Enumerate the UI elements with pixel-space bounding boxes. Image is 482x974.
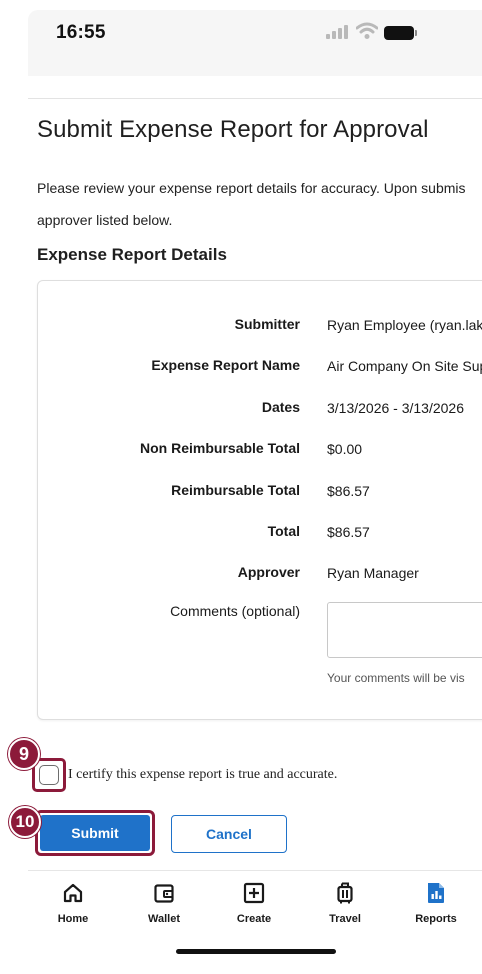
page-title: Submit Expense Report for Approval	[37, 116, 429, 143]
submitter-label: Submitter	[234, 316, 300, 332]
luggage-icon	[334, 881, 356, 905]
non-reimbursable-label: Non Reimbursable Total	[140, 440, 300, 456]
intro-line-1: Please review your expense report detail…	[37, 180, 466, 196]
wifi-icon	[356, 22, 378, 39]
section-title: Expense Report Details	[37, 245, 227, 264]
certify-label: I certify this expense report is true an…	[68, 767, 338, 782]
intro-text: Please review your expense report detail…	[37, 172, 482, 236]
detail-row-total: Total $86.57	[38, 523, 482, 547]
tab-reports-label: Reports	[415, 913, 457, 925]
total-value: $86.57	[327, 524, 370, 540]
approver-label: Approver	[237, 564, 300, 580]
detail-row-report-name: Expense Report Name Air Company On Site …	[38, 357, 482, 381]
wallet-icon	[153, 881, 175, 905]
battery-icon	[384, 26, 417, 40]
tab-wallet-label: Wallet	[148, 913, 180, 925]
tab-home[interactable]: Home	[33, 881, 113, 925]
expense-report-details-card: Submitter Ryan Employee (ryan.lak Expens…	[37, 280, 482, 720]
dates-value: 3/13/2026 - 3/13/2026	[327, 400, 465, 416]
plus-square-icon	[243, 881, 265, 905]
step-callout-10: 10	[9, 806, 41, 838]
cancel-button[interactable]: Cancel	[171, 815, 287, 853]
approver-value: Ryan Manager	[327, 565, 419, 581]
dates-label: Dates	[261, 399, 300, 415]
tab-travel[interactable]: Travel	[305, 881, 385, 925]
total-label: Total	[267, 523, 300, 539]
tab-create-label: Create	[236, 913, 272, 925]
tab-create[interactable]: Create	[214, 881, 294, 925]
submitter-value: Ryan Employee (ryan.lak	[327, 317, 482, 333]
header-divider	[28, 98, 482, 99]
detail-row-non-reimbursable: Non Reimbursable Total $0.00	[38, 440, 482, 464]
bottom-tab-bar: Home Wallet Create Travel Reports	[28, 870, 482, 974]
certify-row: I certify this expense report is true an…	[32, 758, 337, 792]
submit-button[interactable]: Submit	[40, 815, 150, 851]
reimbursable-label: Reimbursable Total	[171, 482, 300, 498]
status-time: 16:55	[56, 22, 106, 43]
non-reimbursable-value: $0.00	[327, 441, 363, 457]
submit-highlight: Submit	[35, 810, 155, 856]
home-indicator[interactable]	[176, 949, 336, 954]
phone-screen: 16:55 Submit Expense Report for Approval…	[0, 0, 482, 974]
reimbursable-value: $86.57	[327, 483, 370, 499]
report-name-label: Expense Report Name	[151, 357, 300, 373]
step-callout-9: 9	[8, 738, 40, 770]
tab-home-label: Home	[57, 913, 89, 925]
comments-hint: Your comments will be vis	[327, 671, 465, 685]
home-icon	[62, 881, 84, 905]
detail-row-submitter: Submitter Ryan Employee (ryan.lak	[38, 316, 482, 340]
intro-line-2: approver listed below.	[37, 212, 173, 228]
detail-row-approver: Approver Ryan Manager	[38, 564, 482, 588]
detail-row-dates: Dates 3/13/2026 - 3/13/2026	[38, 399, 482, 423]
detail-row-reimbursable: Reimbursable Total $86.57	[38, 482, 482, 506]
tab-wallet[interactable]: Wallet	[124, 881, 204, 925]
report-name-value: Air Company On Site Sup	[327, 358, 482, 374]
reports-icon	[425, 881, 447, 905]
tab-travel-label: Travel	[329, 913, 361, 925]
comments-label: Comments (optional)	[170, 603, 300, 619]
certify-checkbox[interactable]	[39, 765, 59, 785]
cellular-signal-icon	[326, 25, 348, 39]
tab-reports[interactable]: Reports	[396, 881, 476, 925]
comments-input[interactable]	[327, 602, 482, 658]
